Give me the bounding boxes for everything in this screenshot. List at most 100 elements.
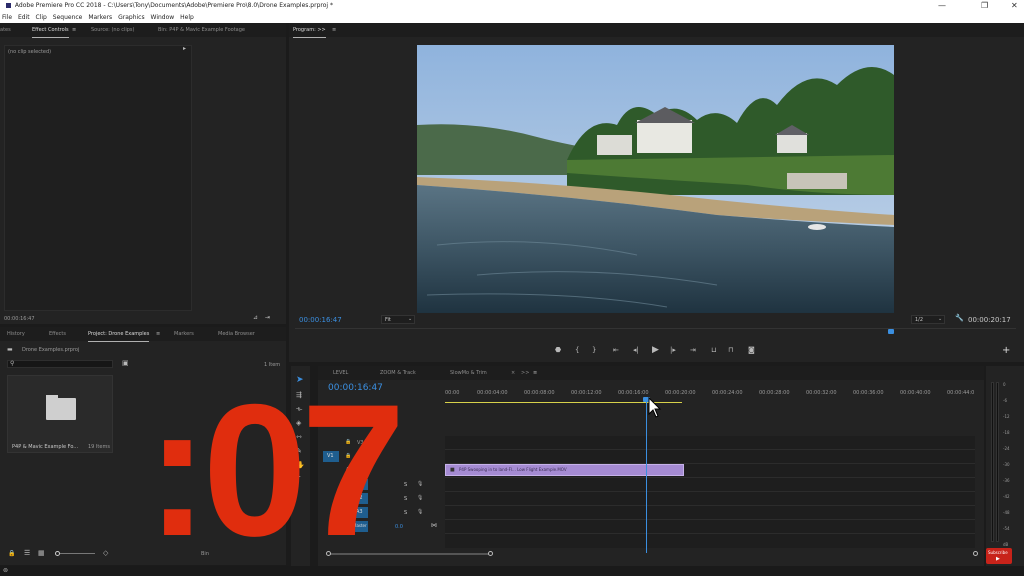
meter-scale: 0 -6 -12 -18 -24 -30 -36 -42 -48 -54 dB [1003, 382, 1021, 552]
tab-menu-icon[interactable]: ≡ [72, 23, 76, 37]
menu-markers[interactable]: Markers [88, 14, 112, 21]
close-button[interactable]: ✕ [1011, 0, 1018, 12]
ruler-label: 00:00:08:00 [524, 390, 555, 396]
project-folder-icon: ▬ [7, 346, 13, 353]
tab-source[interactable]: Source: (no clips) [91, 23, 134, 37]
meter-tick: -30 [1003, 462, 1010, 467]
ruler-label: 00:00:16:00 [618, 390, 649, 396]
expand-arrow-icon[interactable]: ▸ [183, 45, 186, 52]
menu-edit[interactable]: Edit [18, 14, 30, 21]
subscribe-badge[interactable]: Subscribe ▶ [986, 548, 1012, 564]
icon-view-icon[interactable]: ▦ [38, 549, 45, 557]
lane-divider [445, 519, 975, 520]
list-view-icon[interactable]: ☰ [24, 549, 30, 557]
tab-bin[interactable]: Bin: P4P & Mavic Example Footage [158, 23, 245, 37]
tab-slowmo-trim[interactable]: SlowMo & Trim [450, 366, 487, 380]
meter-tick: -42 [1003, 494, 1010, 499]
youtube-play-icon: ▶ [996, 556, 1000, 562]
bin-thumbnail[interactable]: P4P & Mavic Example Fo... 19 Items [7, 375, 113, 453]
timeline-playhead[interactable] [643, 397, 650, 553]
program-duration-timecode: 00:00:20:17 [968, 316, 1011, 324]
meter-tick: 0 [1003, 382, 1006, 387]
add-button-icon[interactable]: + [1002, 345, 1010, 356]
new-bin-icon[interactable]: ▣ [122, 359, 129, 367]
project-menu-icon[interactable]: ≡ [156, 327, 160, 341]
program-scrub-bar[interactable] [295, 328, 1016, 335]
no-clip-label: (no clip selected) [8, 49, 52, 55]
program-playhead[interactable] [888, 329, 894, 334]
export-frame-icon[interactable]: ◙ [748, 346, 755, 354]
meter-right [996, 382, 999, 542]
go-to-in-icon[interactable]: ⇤ [613, 346, 619, 354]
step-back-icon[interactable]: ◂| [633, 346, 639, 354]
tab-more[interactable]: >> [521, 366, 529, 380]
ruler-label: 00:00:12:00 [571, 390, 602, 396]
fit-dropdown[interactable]: Fit ⌄ [381, 315, 415, 324]
ruler-label: 00:00:24:00 [712, 390, 743, 396]
step-forward-icon[interactable]: |▸ [670, 346, 676, 354]
ruler-label: 00:00:36:00 [853, 390, 884, 396]
mark-in-icon[interactable]: { [575, 346, 579, 354]
tab-effects[interactable]: Effects [49, 327, 66, 341]
scrollbar-end-handle[interactable] [488, 551, 493, 556]
meter-tick: -48 [1003, 510, 1010, 515]
folder-icon [46, 398, 76, 420]
ruler-label: 00:00:44:0 [947, 390, 975, 396]
filter-icon[interactable]: ⊿ [253, 314, 258, 321]
effect-controls-timecode[interactable]: 00:00:16:47 [4, 316, 35, 322]
mark-out-icon[interactable]: } [592, 346, 596, 354]
go-to-end-icon[interactable]: ⋈ [431, 522, 437, 529]
program-current-timecode[interactable]: 00:00:16:47 [299, 316, 342, 324]
project-file-name: Drone Examples.prproj [22, 347, 80, 353]
go-to-out-icon[interactable]: ⇥ [690, 346, 696, 354]
video-clip[interactable]: ■ P4P Swooping in to land-Fl... Low Flig… [445, 464, 684, 476]
premiere-logo-icon [6, 3, 11, 8]
lift-icon[interactable]: ⊔ [711, 346, 716, 354]
search-input[interactable]: ⚲ [7, 360, 113, 368]
zoom-slider-handle[interactable] [55, 551, 60, 556]
resolution-value: 1/2 [915, 317, 924, 323]
tab-markers[interactable]: Markers [174, 327, 194, 341]
play-icon[interactable]: ▶ [652, 345, 659, 355]
clip-name: P4P Swooping in to land-Fl... Low Flight… [459, 467, 567, 472]
menu-window[interactable]: Window [151, 14, 175, 21]
add-marker-icon[interactable]: ⬣ [555, 346, 561, 354]
program-menu-icon[interactable]: ≡ [332, 23, 336, 37]
mouse-cursor-icon [648, 397, 662, 418]
timeline-menu-icon[interactable]: ≡ [533, 366, 537, 380]
fx-badge-icon: ■ [450, 467, 455, 473]
lock-icon[interactable]: 🔒 [8, 550, 15, 557]
tab-program[interactable]: Program: >> [293, 23, 326, 38]
menu-help[interactable]: Help [180, 14, 194, 21]
tab-project[interactable]: Project: Drone Examples [88, 327, 150, 342]
countdown-overlay: :07 [146, 370, 406, 570]
program-video-frame [417, 45, 894, 313]
tab-close[interactable]: × [511, 366, 515, 380]
export-icon[interactable]: ⇥ [265, 314, 270, 321]
tab-media-browser[interactable]: Media Browser [218, 327, 255, 341]
timeline-track-area[interactable]: ■ P4P Swooping in to land-Fl... Low Flig… [445, 436, 975, 548]
extract-icon[interactable]: ⊓ [728, 346, 733, 354]
tab-effect-controls[interactable]: Effect Controls [32, 23, 69, 38]
wrench-icon[interactable]: 🔧 [955, 314, 964, 322]
maximize-button[interactable]: ❐ [981, 0, 988, 12]
tab-history[interactable]: History [7, 327, 25, 341]
ruler-label: 00:00 [445, 390, 460, 396]
sort-icon[interactable]: ◇ [103, 549, 108, 557]
meter-tick: -54 [1003, 526, 1010, 531]
menu-sequence[interactable]: Sequence [53, 14, 83, 21]
scrollbar-right-handle[interactable] [973, 551, 978, 556]
tab-notes[interactable]: ates [0, 23, 11, 37]
menu-file[interactable]: File [2, 14, 12, 21]
minimize-button[interactable]: — [938, 0, 946, 12]
menu-clip[interactable]: Clip [36, 14, 47, 21]
program-tabbar: Program: >> ≡ [289, 23, 1024, 38]
resolution-dropdown[interactable]: 1/2 ⌄ [911, 315, 945, 324]
ruler-label: 00:00:28:00 [759, 390, 790, 396]
chevron-down-icon: ⌄ [938, 316, 943, 322]
timeline-ruler[interactable]: 00:00 00:00:04:00 00:00:08:00 00:00:12:0… [445, 390, 975, 404]
chevron-down-icon: ⌄ [408, 316, 413, 322]
menu-graphics[interactable]: Graphics [118, 14, 145, 21]
zoom-slider[interactable] [55, 551, 95, 556]
menu-bar: File Edit Clip Sequence Markers Graphics… [0, 12, 1024, 23]
